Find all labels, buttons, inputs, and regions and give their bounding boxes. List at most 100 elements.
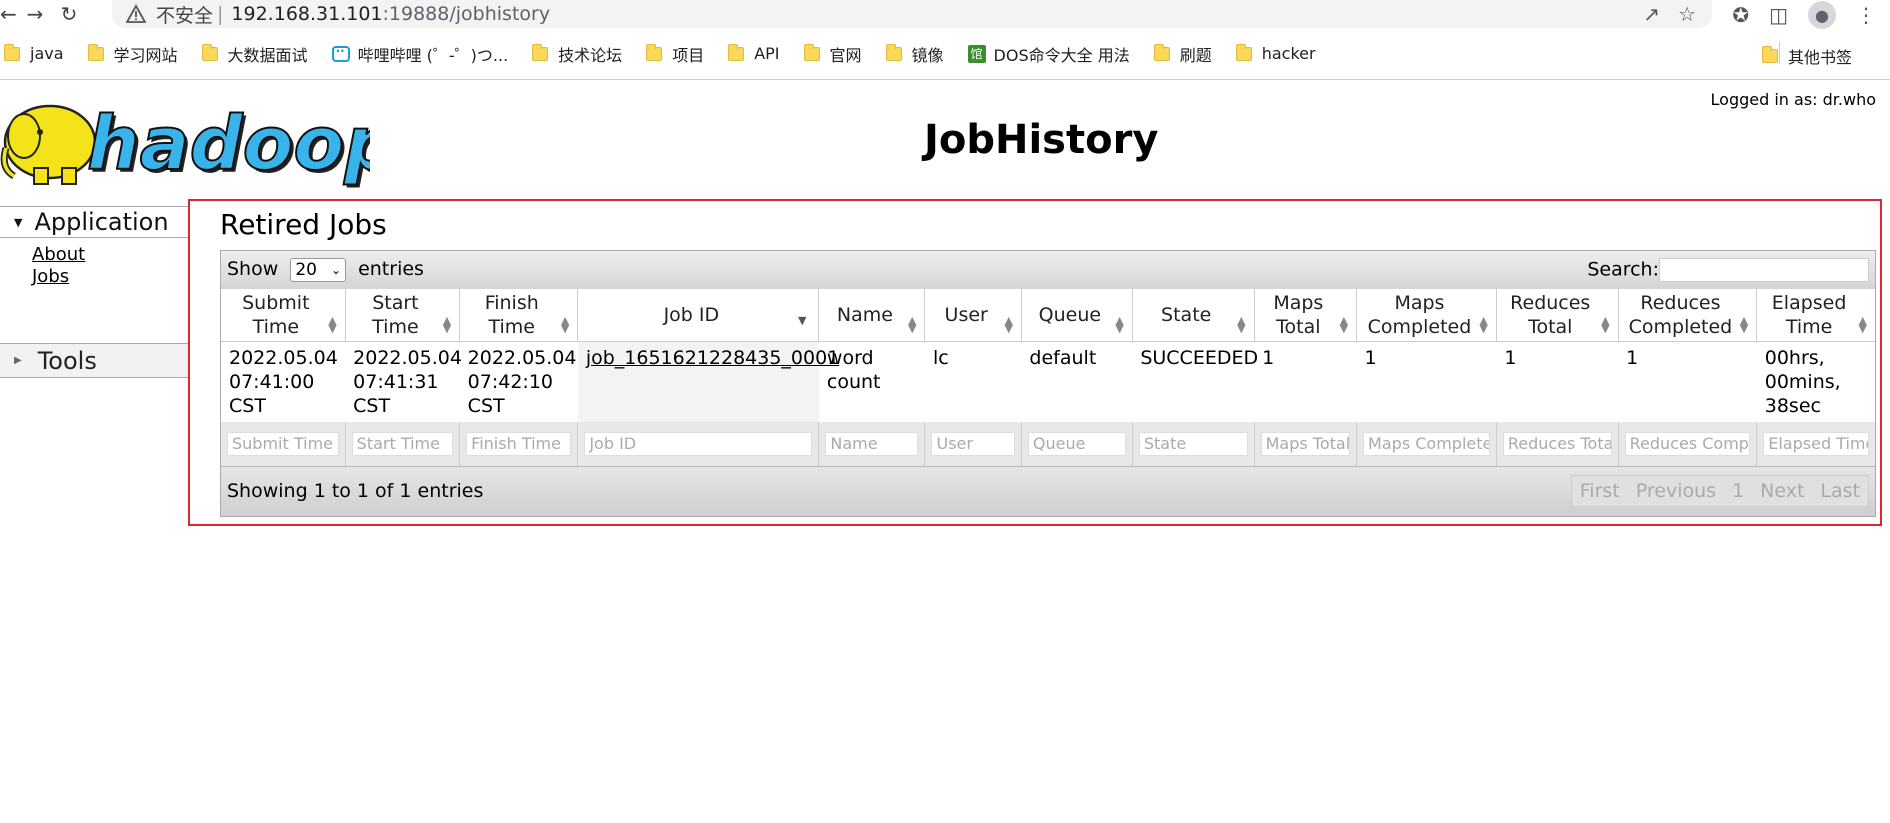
profile-avatar-icon[interactable]: ● bbox=[1808, 1, 1836, 29]
hadoop-logo[interactable]: hadoop hadoop bbox=[0, 90, 370, 188]
search-input[interactable] bbox=[1659, 258, 1869, 282]
bookmark-bigdata-interview[interactable]: 大数据面试 bbox=[201, 42, 308, 66]
column-header-reduces-total[interactable]: Reduces Total ▲ ▼ bbox=[1496, 289, 1619, 342]
column-header-state[interactable]: State ▲ ▼ bbox=[1132, 289, 1255, 342]
filter-user[interactable] bbox=[931, 431, 1015, 456]
column-header-maps-total[interactable]: Maps Total ▲ ▼ bbox=[1254, 289, 1358, 342]
bookmark-other[interactable]: 其他书签 bbox=[1761, 44, 1852, 68]
share-icon[interactable]: ↗ bbox=[1643, 2, 1660, 26]
bookmark-tech-forum[interactable]: 技术论坛 bbox=[532, 42, 622, 66]
pager-previous-button[interactable]: Previous bbox=[1628, 476, 1724, 506]
sidepanel-icon[interactable]: ◫ bbox=[1769, 3, 1788, 27]
folder-icon bbox=[87, 43, 104, 61]
folder-icon bbox=[1761, 46, 1778, 63]
sort-icon: ▲ ▼ bbox=[1479, 313, 1488, 335]
pager-next-button[interactable]: Next bbox=[1752, 476, 1812, 506]
filter-name[interactable] bbox=[825, 431, 919, 456]
filter-submit-time[interactable] bbox=[227, 431, 339, 456]
jobs-table: Submit Time ▲ ▼ Start Time ▲ ▼ Finish Time ▲ ▼… bbox=[221, 289, 1875, 466]
sidebar-tools-header[interactable]: ▶ Tools bbox=[0, 344, 190, 378]
filter-finish-time[interactable] bbox=[466, 431, 572, 456]
bookmark-java[interactable]: java bbox=[4, 43, 64, 63]
bookmark-hacker[interactable]: hacker bbox=[1235, 43, 1316, 63]
forward-icon[interactable]: → bbox=[18, 0, 52, 28]
column-header-user[interactable]: User ▲ ▼ bbox=[924, 289, 1022, 342]
extensions-icon[interactable]: ✪ bbox=[1732, 3, 1749, 27]
bookmark-label: 学习网站 bbox=[113, 45, 178, 65]
bookmark-label: API bbox=[754, 44, 780, 63]
bookmark-label: 其他书签 bbox=[1787, 48, 1852, 67]
reload-icon[interactable]: ↻ bbox=[52, 0, 86, 28]
sidebar-application-label: Application bbox=[34, 208, 169, 236]
filter-reduces-completed[interactable] bbox=[1624, 431, 1751, 456]
table-row: 2022.05.04 07:41:00 CST 2022.05.04 07:41… bbox=[221, 341, 1875, 422]
filter-maps-total[interactable] bbox=[1260, 431, 1351, 456]
table-controls: Show 20 ⌄ entries Search: bbox=[221, 251, 1875, 289]
job-id-link[interactable]: job_1651621228435_0001 bbox=[586, 347, 839, 369]
dos-icon: 馆 bbox=[967, 44, 986, 63]
url-path: :19888/jobhistory bbox=[382, 3, 551, 25]
pagination: First Previous 1 Next Last bbox=[1570, 475, 1869, 507]
sort-icon: ▲ ▼ bbox=[1339, 313, 1349, 335]
filter-job-id[interactable] bbox=[584, 431, 813, 456]
filter-start-time[interactable] bbox=[351, 431, 454, 456]
sort-icon: ▲ ▼ bbox=[442, 313, 452, 335]
column-header-queue[interactable]: Queue ▲ ▼ bbox=[1021, 289, 1133, 342]
column-header-job-id[interactable]: Job ID ▼ bbox=[577, 289, 820, 342]
url-separator: | bbox=[217, 3, 224, 25]
bookmark-label: 技术论坛 bbox=[558, 45, 623, 65]
search-control: Search: bbox=[1587, 258, 1869, 282]
star-icon[interactable]: ☆ bbox=[1678, 2, 1696, 26]
table-footer: Showing 1 to 1 of 1 entries First Previo… bbox=[221, 465, 1875, 516]
filter-maps-completed[interactable] bbox=[1363, 431, 1490, 456]
column-header-name[interactable]: Name ▲ ▼ bbox=[818, 289, 926, 342]
bookmark-mirrors[interactable]: 镜像 bbox=[885, 42, 944, 66]
bookmark-study-sites[interactable]: 学习网站 bbox=[87, 42, 178, 66]
folder-icon bbox=[201, 43, 218, 61]
address-bar[interactable]: 不安全 | 192.168.31.101:19888/jobhistory ↗ … bbox=[112, 0, 1712, 28]
chevron-down-icon: ⌄ bbox=[330, 263, 342, 277]
filter-queue[interactable] bbox=[1027, 431, 1126, 456]
filter-state[interactable] bbox=[1138, 431, 1248, 456]
filter-elapsed-time[interactable] bbox=[1763, 431, 1869, 456]
page-title: JobHistory bbox=[924, 117, 1159, 163]
entries-select-value: 20 bbox=[295, 260, 317, 280]
column-header-reduces-completed[interactable]: Reduces Completed ▲ ▼ bbox=[1618, 289, 1758, 342]
bookmark-label: hacker bbox=[1261, 44, 1316, 63]
sidebar-link-about[interactable]: About bbox=[32, 244, 190, 266]
bookmark-dos[interactable]: 馆 DOS命令大全 用法 bbox=[967, 42, 1130, 66]
bookmark-practice[interactable]: 刷题 bbox=[1153, 42, 1212, 66]
bookmark-label: 哔哩哔哩 (゜-゜)つ... bbox=[357, 45, 509, 65]
pager-first-button[interactable]: First bbox=[1572, 476, 1628, 506]
show-label: Show bbox=[227, 258, 279, 280]
column-header-maps-completed[interactable]: Maps Completed ▲ ▼ bbox=[1356, 289, 1497, 342]
back-icon[interactable]: ← bbox=[0, 0, 18, 28]
column-header-start-time[interactable]: Start Time ▲ ▼ bbox=[345, 289, 461, 342]
pager-last-button[interactable]: Last bbox=[1812, 476, 1868, 506]
cell-reduces-total: 1 bbox=[1504, 346, 1517, 369]
table-info: Showing 1 to 1 of 1 entries bbox=[227, 480, 484, 502]
folder-icon bbox=[4, 43, 20, 61]
logged-in-label: Logged in as: dr.who bbox=[1710, 90, 1876, 109]
bookmark-bilibili[interactable]: 哔哩哔哩 (゜-゜)つ... bbox=[331, 42, 509, 66]
column-header-submit-time[interactable]: Submit Time ▲ ▼ bbox=[221, 289, 346, 342]
filter-reduces-total[interactable] bbox=[1502, 431, 1612, 456]
sidebar-application-header[interactable]: ▼ Application bbox=[0, 206, 190, 238]
bookmark-label: 项目 bbox=[672, 45, 705, 65]
pager-page-1-button[interactable]: 1 bbox=[1724, 476, 1752, 506]
folder-icon bbox=[646, 43, 663, 61]
table-header-row: Submit Time ▲ ▼ Start Time ▲ ▼ Finish Time ▲ ▼… bbox=[221, 289, 1875, 342]
sidebar-link-jobs[interactable]: Jobs bbox=[32, 266, 190, 288]
browser-toolbar: ← → ↻ 不安全 | 192.168.31.101:19888/jobhist… bbox=[0, 0, 1890, 29]
bookmark-label: 大数据面试 bbox=[227, 45, 308, 65]
bookmark-api[interactable]: API bbox=[728, 43, 780, 63]
bookmark-official[interactable]: 官网 bbox=[803, 42, 862, 66]
menu-icon[interactable]: ⋮ bbox=[1856, 3, 1876, 27]
folder-icon bbox=[885, 43, 902, 61]
column-header-finish-time[interactable]: Finish Time ▲ ▼ bbox=[459, 289, 579, 342]
entries-select[interactable]: 20 ⌄ bbox=[290, 258, 347, 282]
entries-label: entries bbox=[358, 258, 424, 280]
column-header-elapsed-time[interactable]: Elapsed Time ▲ ▼ bbox=[1756, 289, 1875, 342]
length-control: Show 20 ⌄ entries bbox=[227, 258, 424, 282]
bookmark-projects[interactable]: 项目 bbox=[646, 42, 704, 66]
